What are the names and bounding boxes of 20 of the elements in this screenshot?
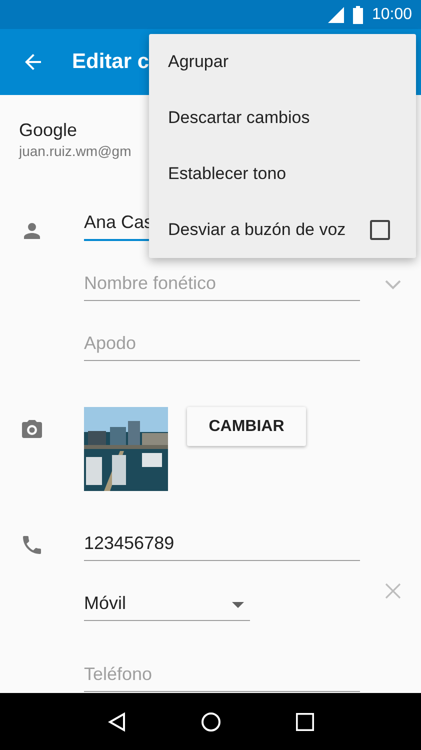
phone-number-field[interactable]: 123456789	[84, 521, 360, 561]
menu-item[interactable]: Desviar a buzón de voz	[149, 202, 416, 258]
menu-item[interactable]: Descartar cambios	[149, 90, 416, 146]
checkbox[interactable]	[370, 220, 390, 240]
clock: 10:00	[372, 6, 412, 24]
signal-icon	[328, 6, 344, 22]
back-icon[interactable]	[107, 712, 128, 732]
home-icon[interactable]	[201, 712, 222, 732]
recents-icon[interactable]	[296, 712, 314, 730]
account-name: Google	[19, 119, 78, 141]
screen-title: Editar c	[72, 50, 150, 74]
phone-type-dropdown[interactable]: Móvil	[84, 581, 250, 621]
dropdown-arrow-icon	[232, 602, 244, 608]
account-email: juan.ruiz.wm@gm	[19, 142, 132, 161]
menu-item[interactable]: Establecer tono	[149, 146, 416, 202]
battery-icon	[352, 6, 363, 24]
menu-item[interactable]: Agrupar	[149, 34, 416, 90]
camera-icon	[20, 417, 44, 441]
change-photo-button[interactable]: CAMBIAR	[187, 407, 306, 446]
phone-icon	[20, 533, 44, 557]
